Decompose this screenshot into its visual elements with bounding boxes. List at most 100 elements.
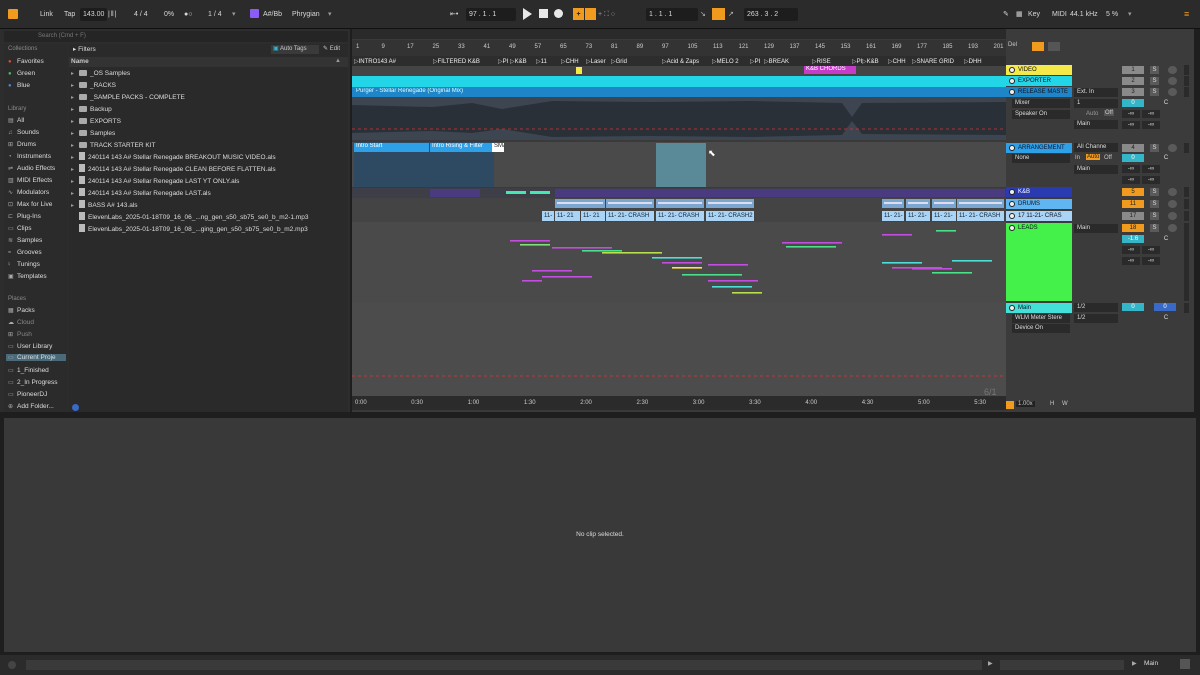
file-row[interactable]: ▸ 240114 143 A# Stellar Renegade LAST YT … bbox=[71, 176, 239, 187]
library-item-modulators[interactable]: ∿ Modulators bbox=[8, 189, 49, 196]
monitor-auto[interactable]: Auto bbox=[1086, 111, 1098, 117]
scale-chevron-icon[interactable]: ▾ bbox=[328, 8, 332, 21]
search-input[interactable]: Search (Cmd + F) bbox=[4, 31, 348, 42]
follow-icon[interactable]: ⇤• bbox=[450, 8, 458, 21]
send-field[interactable]: -∞ bbox=[1122, 257, 1140, 265]
solo-button[interactable]: S bbox=[1150, 77, 1159, 85]
arm-icon[interactable] bbox=[1168, 224, 1177, 232]
solo-button[interactable]: S bbox=[1150, 224, 1159, 232]
track-header[interactable]: Main bbox=[1006, 303, 1072, 313]
main-cue-select[interactable]: 1/2 bbox=[1074, 303, 1118, 312]
record-quantize-icon[interactable]: ●○ bbox=[184, 8, 192, 21]
expand-chevron-icon[interactable]: ▸ bbox=[71, 117, 79, 128]
solo-button[interactable]: S bbox=[1150, 200, 1159, 208]
drum-clip[interactable] bbox=[932, 199, 956, 208]
main-volume-field[interactable]: 0 bbox=[1122, 303, 1144, 311]
track-fold-icon[interactable] bbox=[1009, 89, 1015, 95]
arrangement-clip-sma[interactable]: SMA bbox=[492, 143, 504, 152]
wlm-meter-select[interactable]: WLM Meter Stere bbox=[1012, 314, 1070, 323]
expand-chevron-icon[interactable]: ▸ bbox=[71, 153, 79, 164]
loop-switch-icon[interactable] bbox=[712, 8, 725, 20]
place-packs[interactable]: ▦ Packs bbox=[8, 307, 35, 314]
track-fold-icon[interactable] bbox=[1009, 189, 1015, 195]
arr-pan-center[interactable]: C bbox=[1160, 154, 1172, 162]
mixer-select[interactable]: Mixer bbox=[1012, 99, 1070, 108]
expand-chevron-icon[interactable]: ▸ bbox=[71, 177, 79, 188]
file-row[interactable]: ▸ 240114 143 A# Stellar Renegade LAST.als bbox=[71, 188, 211, 199]
solo-button[interactable]: S bbox=[1150, 144, 1159, 152]
library-item-grooves[interactable]: ≈ Grooves bbox=[8, 249, 42, 256]
link-button[interactable]: Link bbox=[40, 8, 53, 21]
track-number[interactable]: 2 bbox=[1122, 77, 1144, 85]
input-channel-select[interactable]: 1 bbox=[1074, 99, 1118, 108]
video-marker[interactable] bbox=[576, 67, 582, 74]
speaker-select[interactable]: Speaker On bbox=[1012, 110, 1070, 119]
locator[interactable]: ▷K&B bbox=[510, 58, 527, 65]
selected-time-region[interactable] bbox=[656, 143, 706, 187]
drum-clip[interactable] bbox=[606, 199, 654, 208]
track-fold-icon[interactable] bbox=[1009, 305, 1015, 311]
collection-favorites[interactable]: ● Favorites bbox=[8, 58, 44, 65]
expand-chevron-icon[interactable]: ▸ bbox=[71, 165, 79, 176]
locator[interactable]: ▷CHH bbox=[561, 58, 579, 65]
monitor-auto-active[interactable]: Auto bbox=[1086, 154, 1101, 160]
send-field[interactable]: -∞ bbox=[1142, 257, 1160, 265]
file-row[interactable]: ▸ EXPORTS bbox=[71, 116, 121, 127]
drum-clip[interactable] bbox=[906, 199, 930, 208]
auto-tags-toggle[interactable]: ▣ Auto Tags bbox=[271, 45, 319, 54]
file-row[interactable]: ▸ 240114 143 A# Stellar Renegade BREAKOUT… bbox=[71, 152, 276, 163]
fold-icon[interactable] bbox=[1006, 401, 1014, 409]
play-icon[interactable] bbox=[523, 8, 532, 20]
track-number[interactable]: 11 bbox=[1122, 200, 1144, 208]
send-field[interactable]: -∞ bbox=[1142, 165, 1160, 173]
loop-length-field[interactable]: 263 . 3 . 2 bbox=[744, 8, 798, 21]
live-logo-icon[interactable] bbox=[8, 9, 18, 19]
main-pan-field[interactable]: 0 bbox=[1154, 303, 1176, 311]
crash-clip[interactable]: 11- 21- bbox=[906, 211, 930, 221]
library-item-templates[interactable]: ▣ Templates bbox=[8, 273, 47, 280]
track-number[interactable]: 18 bbox=[1122, 224, 1144, 232]
library-item-drums[interactable]: ⊞ Drums bbox=[8, 141, 36, 148]
overdub-icon[interactable]: + bbox=[573, 8, 584, 20]
expand-chevron-icon[interactable]: ▸ bbox=[71, 141, 79, 152]
leads-pan-center[interactable]: C bbox=[1160, 235, 1172, 243]
time-signature-field[interactable]: 4 / 4 bbox=[134, 8, 148, 21]
place-2-in-progress[interactable]: ▭ 2_In Progress bbox=[8, 379, 57, 386]
track-fold-icon[interactable] bbox=[1009, 67, 1015, 73]
file-row[interactable]: ▸ 240114 143 A# Stellar Renegade CLEAN BE… bbox=[71, 164, 276, 175]
arrangement-clip-intro[interactable]: Intro Start bbox=[354, 143, 429, 152]
expand-chevron-icon[interactable]: ▸ bbox=[71, 105, 79, 116]
crash-clip[interactable]: 11- bbox=[542, 211, 554, 221]
crash-clip[interactable]: 11- 21- bbox=[932, 211, 956, 221]
device-on-select[interactable]: Device On bbox=[1012, 324, 1070, 333]
crash-clip[interactable]: 11- 21- CRASH bbox=[606, 211, 654, 221]
locator[interactable]: ▷PI bbox=[852, 58, 862, 65]
collection-green[interactable]: ● Green bbox=[8, 70, 35, 77]
leads-output-select[interactable]: Main bbox=[1074, 224, 1118, 233]
locator[interactable]: ▷CHH bbox=[888, 58, 906, 65]
send-field[interactable]: -∞ bbox=[1142, 246, 1160, 254]
track-header[interactable]: EXPORTER bbox=[1006, 76, 1072, 86]
column-header-name[interactable]: Name bbox=[69, 57, 348, 67]
add-folder-button[interactable]: ⊕ Add Folder... bbox=[8, 403, 54, 410]
metronome-icon[interactable]: |‖| bbox=[108, 8, 118, 21]
solo-button[interactable]: S bbox=[1150, 66, 1159, 74]
edit-button[interactable]: ✎ Edit bbox=[323, 45, 340, 52]
expand-chevron-icon[interactable]: ▸ bbox=[71, 69, 79, 80]
file-row[interactable]: ElevenLabs_2025-01-18T09_16_06_...ng_gen… bbox=[71, 212, 308, 223]
crash-clip[interactable]: 11- 21- CRASH bbox=[656, 211, 704, 221]
time-ruler[interactable] bbox=[352, 396, 1006, 410]
locator[interactable]: ▷SNARE GRID bbox=[912, 58, 954, 65]
zoom-field[interactable]: 1.00x bbox=[1016, 401, 1035, 407]
solo-button[interactable]: S bbox=[1150, 212, 1159, 220]
locator[interactable]: ▷PI bbox=[498, 58, 508, 65]
track-header[interactable]: DRUMS bbox=[1006, 199, 1072, 209]
scale-mode-icon[interactable] bbox=[250, 9, 259, 18]
send-field[interactable]: -∞ bbox=[1142, 176, 1160, 184]
record-icon[interactable] bbox=[554, 9, 563, 18]
track-header[interactable]: ARRANGEMENT bbox=[1006, 143, 1072, 153]
locator[interactable]: ▷DHH bbox=[964, 58, 982, 65]
arrangement-volume-field[interactable]: 0 bbox=[1122, 154, 1144, 162]
track-fold-icon[interactable] bbox=[1009, 225, 1015, 231]
send-field[interactable]: -∞ bbox=[1122, 246, 1140, 254]
